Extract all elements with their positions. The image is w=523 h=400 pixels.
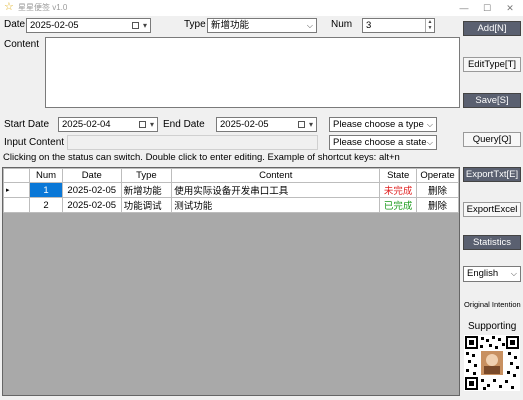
cell-date[interactable]: 2025-02-05	[61, 182, 122, 198]
table-header-row: Num Date Type Content State Operate	[2, 168, 459, 183]
header-state[interactable]: State	[379, 168, 418, 183]
num-stepper[interactable]: 3 ▲ ▼	[362, 18, 435, 33]
chevron-down-icon: ⌵	[510, 269, 517, 278]
row-selector-icon[interactable]: ▸	[2, 182, 31, 198]
edit-type-button[interactable]: EditType[T]	[463, 57, 521, 72]
star-icon: ☆	[4, 1, 14, 13]
table-row[interactable]: ▸ 1 2025-02-05 新增功能 使用实际设备开发串口工具 未完成 删除	[2, 182, 459, 198]
start-date-label: Start Date	[4, 119, 50, 130]
language-value: English	[467, 268, 499, 279]
minimize-button[interactable]: —	[453, 1, 475, 15]
cell-type[interactable]: 新增功能	[120, 182, 173, 198]
notes-table[interactable]: Num Date Type Content State Operate ▸ 1 …	[2, 167, 460, 396]
num-label: Num	[331, 19, 353, 30]
title-bar: ☆ 星星便签 v1.0 — ☐ ✕	[0, 0, 523, 16]
num-value: 3	[366, 20, 372, 31]
header-operate[interactable]: Operate	[416, 168, 459, 183]
calendar-icon	[139, 121, 146, 128]
start-date-value: 2025-02-04	[62, 119, 111, 130]
input-content-label: Input Content	[4, 137, 65, 148]
type-label: Type	[184, 19, 206, 30]
end-date-label: End Date	[163, 119, 205, 130]
date-picker[interactable]: 2025-02-05 ▾	[26, 18, 151, 33]
date-label: Date	[4, 19, 26, 30]
window-title: 星星便签 v1.0	[18, 3, 68, 12]
header-type[interactable]: Type	[120, 168, 173, 183]
cell-type[interactable]: 功能调试	[120, 197, 173, 213]
chevron-down-icon: ⌵	[306, 21, 313, 30]
chevron-down-icon: ▾	[142, 21, 147, 30]
end-date-picker[interactable]: 2025-02-05 ▾	[216, 117, 317, 132]
type-value: 新增功能	[211, 20, 250, 31]
chevron-down-icon: ⌵	[426, 120, 433, 129]
header-num[interactable]: Num	[29, 168, 63, 183]
date-value: 2025-02-05	[30, 20, 79, 31]
header-date[interactable]: Date	[61, 168, 122, 183]
calendar-icon	[132, 22, 139, 29]
close-button[interactable]: ✕	[499, 1, 521, 15]
add-button[interactable]: Add[N]	[463, 21, 521, 36]
cell-date[interactable]: 2025-02-05	[61, 197, 122, 213]
export-excel-button[interactable]: ExportExcel	[463, 202, 521, 217]
row-selector[interactable]	[2, 197, 31, 213]
type-filter-placeholder: Please choose a type	[333, 119, 424, 130]
delete-link[interactable]: 删除	[416, 197, 459, 213]
language-select[interactable]: English ⌵	[463, 266, 521, 282]
type-filter-select[interactable]: Please choose a type ⌵	[329, 117, 437, 132]
delete-link[interactable]: 删除	[416, 182, 459, 198]
export-txt-button[interactable]: ExportTxt[E]	[463, 167, 521, 182]
header-selector	[2, 168, 31, 183]
supporting-label: Supporting	[468, 321, 517, 332]
calendar-icon	[298, 121, 305, 128]
header-content[interactable]: Content	[171, 168, 381, 183]
statistics-button[interactable]: Statistics	[463, 235, 521, 250]
chevron-down-icon: ▾	[149, 120, 154, 129]
cell-content[interactable]: 测试功能	[171, 197, 381, 213]
content-label: Content	[4, 39, 40, 50]
spinner-arrows-icon[interactable]: ▲ ▼	[425, 19, 434, 32]
state-filter-select[interactable]: Please choose a state ⌵	[329, 135, 437, 150]
hint-text: Clicking on the status can switch. Doubl…	[3, 152, 400, 163]
chevron-down-icon: ⌵	[426, 138, 433, 147]
maximize-button[interactable]: ☐	[476, 1, 498, 15]
cell-state[interactable]: 已完成	[379, 197, 418, 213]
table-row[interactable]: 2 2025-02-05 功能调试 测试功能 已完成 删除	[2, 197, 459, 213]
cell-content[interactable]: 使用实际设备开发串口工具	[171, 182, 381, 198]
content-textarea[interactable]	[45, 37, 460, 108]
qr-code-image	[464, 335, 520, 391]
input-content-field[interactable]	[67, 135, 318, 150]
cell-num[interactable]: 2	[29, 197, 63, 213]
query-button[interactable]: Query[Q]	[463, 132, 521, 147]
type-select[interactable]: 新增功能 ⌵	[207, 18, 317, 33]
start-date-picker[interactable]: 2025-02-04 ▾	[58, 117, 158, 132]
save-button[interactable]: Save[S]	[463, 93, 521, 108]
state-filter-placeholder: Please choose a state	[333, 137, 427, 148]
chevron-down-icon: ▾	[308, 120, 313, 129]
cell-state[interactable]: 未完成	[379, 182, 418, 198]
end-date-value: 2025-02-05	[220, 119, 269, 130]
cell-num[interactable]: 1	[29, 182, 63, 198]
original-intention-link[interactable]: Original Intention	[464, 298, 521, 312]
